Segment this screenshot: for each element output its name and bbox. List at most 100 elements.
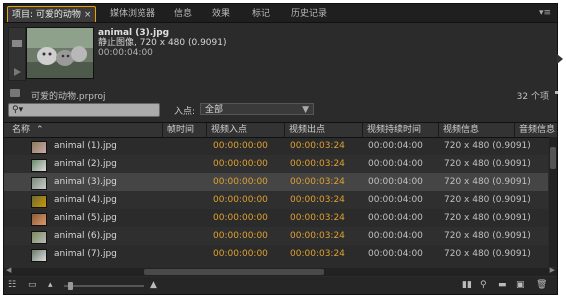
item-video-duration: 00:00:04:00 [368,177,423,187]
zoom-slider-handle[interactable] [68,282,73,290]
horizontal-scroll-thumb[interactable] [144,269,324,275]
tab-info[interactable]: 信息 [174,6,192,22]
table-row[interactable]: animal (1).jpg 00:00:00:00 00:00:03:24 00:0… [4,137,548,155]
search-input[interactable]: ⚲▾ [8,103,160,117]
panel-menu-icon[interactable]: ▾≡ [539,8,551,18]
item-video-in: 00:00:00:00 [213,249,268,259]
automate-to-sequence-icon[interactable]: ▮▮ [462,280,472,290]
in-point-dropdown[interactable]: 全部 ▼ [200,103,314,115]
item-count: 32 个项 [516,92,549,102]
close-icon[interactable]: × [84,10,92,20]
item-list: animal (1).jpg 00:00:00:00 00:00:03:24 00:0… [4,137,548,267]
panel-tab-bar: 项目: 可爱的动物 × 媒体浏览器 信息 效果 标记 历史记录 ▾≡ [4,4,557,23]
sort-ascending-icon: ⌃ [36,125,44,135]
delete-icon[interactable]: 🗑 [536,280,547,290]
table-row[interactable]: animal (6).jpg 00:00:00:00 00:00:03:24 00:0… [4,227,548,245]
item-video-out: 00:00:03:24 [290,141,345,151]
item-video-duration: 00:00:04:00 [368,213,423,223]
in-point-label: 入点: [174,107,196,117]
tab-media-browser[interactable]: 媒体浏览器 [110,6,155,22]
preview-media-type: 静止图像, 720 x 480 (0.9091) [98,38,227,48]
item-video-info: 720 x 480 (0.9091) [444,177,531,187]
chevron-down-icon: ▼ [302,105,309,115]
item-video-info: 720 x 480 (0.9091) [444,195,531,205]
item-video-info: 720 x 480 (0.9091) [444,141,531,151]
horizontal-scrollbar[interactable]: ◀ ▶ [4,266,557,276]
window-edge-dot [555,91,558,94]
item-video-out: 00:00:03:24 [290,231,345,241]
item-name: animal (2).jpg [54,159,117,169]
find-icon[interactable]: ⚲ [480,280,487,290]
item-video-in: 00:00:00:00 [213,159,268,169]
item-video-info: 720 x 480 (0.9091) [444,159,531,169]
preview-thumbnail [26,27,94,79]
folder-icon [10,89,20,97]
new-bin-icon[interactable]: ▬ [498,280,507,290]
item-video-in: 00:00:00:00 [213,141,268,151]
tab-effects[interactable]: 效果 [212,6,230,22]
zoom-out-icon[interactable]: ▴ [48,280,53,290]
tab-project-label: 项目: 可爱的动物 [12,10,81,20]
column-header-audio-info[interactable]: 音频信息 [514,123,557,137]
column-header-name-label: 名称 [12,125,31,135]
table-row[interactable]: animal (5).jpg 00:00:00:00 00:00:03:24 00:0… [4,209,548,227]
column-header-frame-rate[interactable]: 帧时间 [162,123,206,137]
new-item-icon[interactable]: ▣ [516,280,525,290]
column-header-video-info[interactable]: 视频信息 [438,123,514,137]
project-name: 可爱的动物.prproj [31,92,106,102]
project-panel: 项目: 可爱的动物 × 媒体浏览器 信息 效果 标记 历史记录 ▾≡ anima… [3,3,558,295]
list-view-icon[interactable]: ☷ [8,280,16,290]
item-video-info: 720 x 480 (0.9091) [444,249,531,259]
item-video-in: 00:00:00:00 [213,195,268,205]
item-thumbnail-icon [31,141,47,154]
item-video-info: 720 x 480 (0.9091) [444,231,531,241]
item-name: animal (7).jpg [54,249,117,259]
search-row: ⚲▾ 入点: 全部 ▼ [4,103,557,118]
item-thumbnail-icon [31,195,47,208]
column-header-video-duration[interactable]: 视频持续时间 [362,123,438,137]
icon-view-icon[interactable]: ▭ [28,280,37,290]
item-video-duration: 00:00:04:00 [368,141,423,151]
item-name: animal (6).jpg [54,231,117,241]
table-row[interactable]: animal (7).jpg 00:00:00:00 00:00:03:24 00:0… [4,245,548,263]
column-header-video-in[interactable]: 视频入点 [206,123,284,137]
item-video-duration: 00:00:04:00 [368,195,423,205]
camera-icon[interactable] [9,28,25,80]
item-thumbnail-icon [31,231,47,244]
vertical-scroll-thumb[interactable] [550,147,556,169]
item-video-out: 00:00:03:24 [290,159,345,169]
column-header-name[interactable]: 名称 ⌃ [4,123,162,137]
item-thumbnail-icon [31,177,47,190]
item-video-duration: 00:00:04:00 [368,159,423,169]
project-name-row: 可爱的动物.prproj 32 个项 [4,88,557,102]
preview-duration: 00:00:04:00 [98,48,153,58]
table-row[interactable]: animal (2).jpg 00:00:00:00 00:00:03:24 00:0… [4,155,548,173]
cursor-icon [557,54,563,64]
table-row[interactable]: animal (3).jpg 00:00:00:00 00:00:03:24 00:0… [4,173,548,191]
tab-project[interactable]: 项目: 可爱的动物 × [7,6,97,22]
item-video-info: 720 x 480 (0.9091) [444,213,531,223]
zoom-in-icon[interactable]: ▲ [150,280,157,290]
search-icon[interactable]: ⚲▾ [12,104,23,116]
item-video-in: 00:00:00:00 [213,177,268,187]
column-header-video-out[interactable]: 视频出点 [284,123,362,137]
vertical-scrollbar[interactable] [549,137,557,267]
scroll-left-icon[interactable]: ◀ [6,266,11,274]
item-thumbnail-icon [31,213,47,226]
table-row[interactable]: animal (4).jpg 00:00:00:00 00:00:03:24 00:0… [4,191,548,209]
column-header-row: 名称 ⌃ 帧时间 视频入点 视频出点 视频持续时间 视频信息 音频信息 [4,122,557,138]
item-video-out: 00:00:03:24 [290,249,345,259]
item-thumbnail-icon [31,159,47,172]
tab-history[interactable]: 历史记录 [291,6,327,22]
item-video-out: 00:00:03:24 [290,177,345,187]
zoom-slider[interactable] [64,285,144,287]
item-video-duration: 00:00:04:00 [368,249,423,259]
item-name: animal (3).jpg [54,177,117,187]
preview-info: animal (3).jpg 静止图像, 720 x 480 (0.9091) … [98,28,227,58]
tab-markers[interactable]: 标记 [252,6,270,22]
item-thumbnail-icon [31,249,47,262]
poster-frame-controls [8,27,26,81]
play-icon [14,68,21,76]
item-name: animal (1).jpg [54,141,117,151]
scroll-right-icon[interactable]: ▶ [550,266,555,274]
